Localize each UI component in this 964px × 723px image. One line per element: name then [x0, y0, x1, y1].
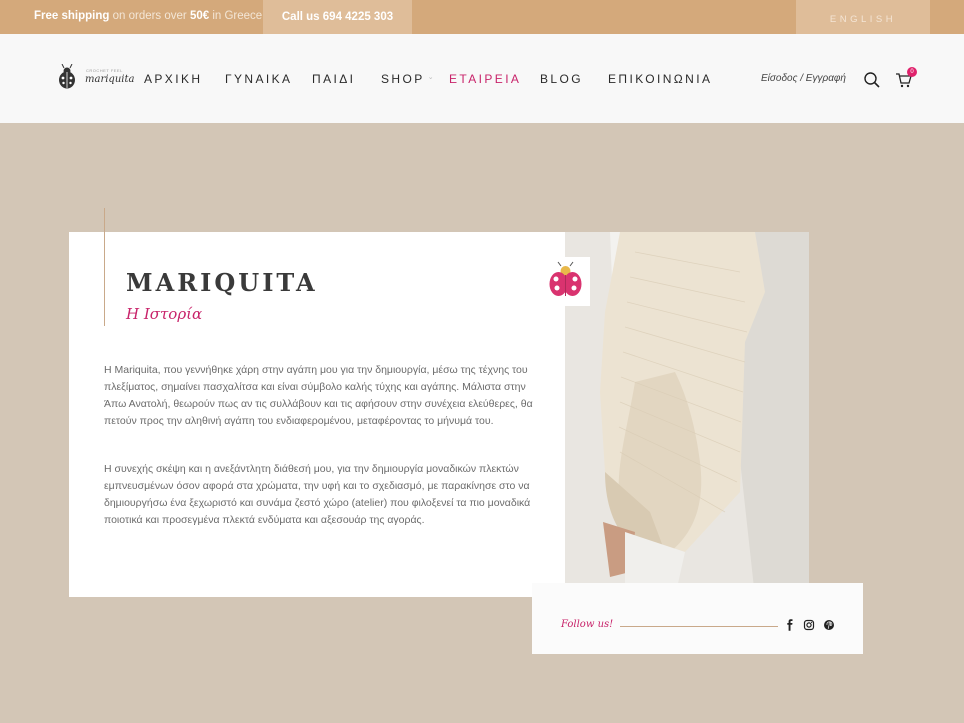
knit-cardigan-photo [565, 232, 809, 597]
shipping-strong: Free shipping [34, 10, 110, 22]
nav-item-kids[interactable]: ΠΑΙΔΙ [312, 72, 355, 86]
story-paragraph-1: Η Mariquita, που γεννήθηκε χάρη στην αγά… [104, 364, 533, 427]
nav-item-shop[interactable]: SHOP ⌄ [381, 72, 434, 86]
nav-item-blog[interactable]: BLOG [540, 72, 583, 86]
brand-tagline: CROCHET FEEL [86, 68, 123, 73]
page-title: MARIQUITA [126, 268, 318, 297]
cart-count-badge: 0 [907, 67, 917, 77]
page-subtitle: Η Ιστορία [126, 305, 203, 323]
shipping-amount: 50€ [189, 10, 210, 22]
search-icon[interactable] [863, 71, 881, 89]
brand-name: mariquita [85, 74, 135, 85]
title-accent-line [104, 208, 105, 326]
shipping-text: on orders over [109, 10, 190, 22]
logo[interactable]: CROCHET FEEL mariquita [56, 64, 134, 94]
nav-item-company[interactable]: ΕΤΑΙΡΕΙΑ [449, 72, 521, 86]
knit-cardigan-image [565, 232, 809, 597]
nav-item-home[interactable]: ΑΡΧΙΚΗ [144, 72, 202, 86]
free-shipping-notice: Free shipping on orders over 50€ in Gree… [34, 10, 265, 22]
instagram-icon[interactable] [803, 619, 815, 631]
chevron-down-icon: ⌄ [427, 74, 434, 81]
nav-item-shop-label: SHOP [381, 72, 425, 86]
nav-item-women[interactable]: ΓΥΝΑΙΚΑ [225, 72, 292, 86]
follow-us-label: Follow us! [561, 619, 614, 630]
login-register-link[interactable]: Είσοδος / Εγγραφή [761, 73, 846, 84]
story-paragraph-2: Η συνεχής σκέψη και η ανεξάντλητη διάθεσ… [104, 463, 531, 526]
ladybug-logo-icon [59, 64, 75, 89]
facebook-icon[interactable] [784, 619, 796, 631]
language-switch-english[interactable]: ENGLISH [796, 0, 930, 34]
ladybug-icon [549, 261, 582, 296]
follow-divider [620, 626, 778, 627]
shipping-tail: in Greece. [209, 10, 266, 22]
follow-us-box: Follow us! [532, 583, 863, 654]
nav-item-contact[interactable]: ΕΠΙΚΟΙΝΩΝΙΑ [608, 72, 712, 86]
top-announcement-bar: Free shipping on orders over 50€ in Gree… [0, 0, 964, 34]
call-us-button[interactable]: Call us 694 4225 303 [263, 0, 412, 34]
pinterest-icon[interactable] [823, 619, 835, 631]
site-header: CROCHET FEEL mariquita ΑΡΧΙΚΗ ΓΥΝΑΙΚΑ ΠΑ… [0, 34, 964, 123]
ladybug-badge [541, 257, 590, 306]
